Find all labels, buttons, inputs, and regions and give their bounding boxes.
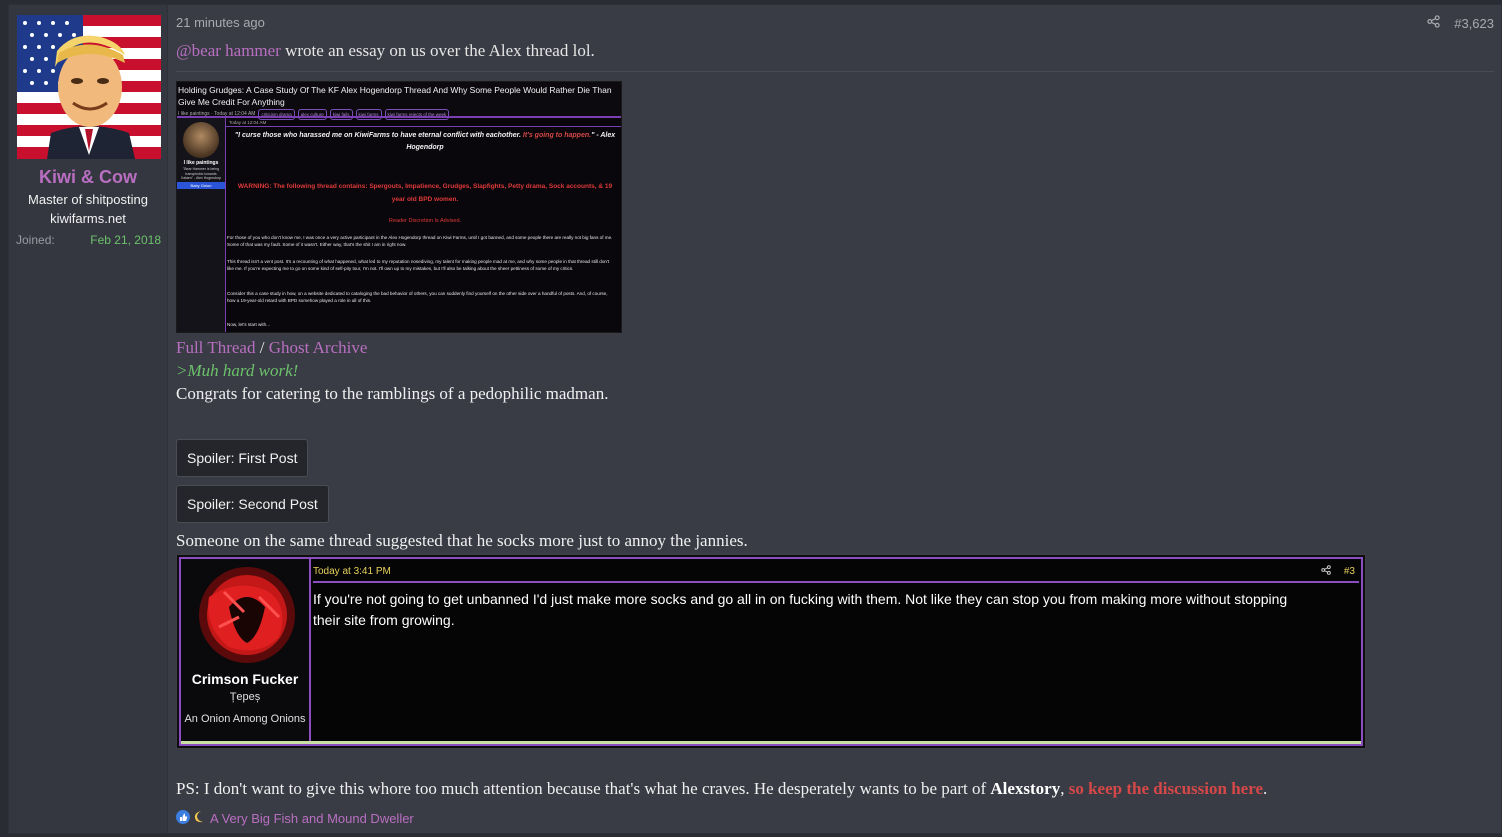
like-reaction-icon[interactable]	[176, 810, 190, 827]
quoted-post-frame: Crimson Fucker Țepeș An Onion Among Onio…	[179, 557, 1363, 746]
quoted-user-title: Țepeș	[229, 691, 261, 703]
quoted-post-bottom-bar	[181, 741, 1361, 744]
quoted-post-screenshot[interactable]: Crimson Fucker Țepeș An Onion Among Onio…	[176, 554, 1366, 749]
embed-inner-time: Today at 12:04 AM	[229, 120, 267, 125]
embed-side-name: I like paintings	[183, 160, 219, 166]
embed-paragraph: Now, let's start with...	[227, 322, 270, 327]
ghost-archive-link[interactable]: Ghost Archive	[269, 338, 368, 357]
post-main: 21 minutes ago #3,623 @bear hammer wrote…	[176, 5, 1494, 833]
embed-side-quote: "Bear Hammer is being transphobic toward…	[180, 167, 222, 180]
quoted-username: Crimson Fucker	[191, 671, 299, 687]
post-container: Kiwi & Cow Master of shitposting kiwifar…	[8, 4, 1502, 834]
embedded-screenshot[interactable]: Holding Grudges: A Case Study Of The KF …	[176, 81, 622, 333]
embed-paragraph: For those of you who don't know me, I wa…	[227, 235, 613, 247]
congrats-line: Congrats for catering to the ramblings o…	[176, 384, 609, 403]
link-separator: /	[255, 338, 269, 357]
quoted-user-rank: An Onion Among Onions	[184, 713, 306, 725]
embed-sidebar: I like paintings "Bear Hammer is being t…	[177, 118, 226, 332]
quoted-post-time: Today at 3:41 PM	[313, 566, 391, 577]
joined-date: Feb 21, 2018	[90, 233, 161, 247]
moon-reaction-icon[interactable]	[193, 810, 205, 827]
embed-tag: alex culture	[297, 109, 327, 120]
full-thread-link[interactable]: Full Thread	[176, 338, 255, 357]
ps-text: PS: I don't want to give this whore too …	[176, 779, 991, 798]
ps-line: PS: I don't want to give this whore too …	[176, 779, 1267, 799]
embed-discretion: Reader Discretion Is Advised.	[388, 218, 462, 224]
embed-paragraph: This thread isn't a vent post. It's a re…	[227, 259, 610, 271]
embed-inner-divider	[225, 126, 621, 127]
quoted-post-text: If you're not going to get unbanned I'd …	[313, 591, 1288, 628]
embed-quote-red: It's going to happen.	[522, 132, 592, 139]
ps-comma: ,	[1060, 779, 1069, 798]
quoted-user-sidebar: Crimson Fucker Țepeș An Onion Among Onio…	[181, 559, 311, 744]
thread-links: Full Thread / Ghost Archive	[176, 338, 367, 358]
joined-label: Joined:	[16, 233, 55, 247]
keep-discussion-link[interactable]: so keep the discussion here	[1069, 779, 1263, 798]
embed-paragraph: Consider this a case study in how, on a …	[227, 291, 608, 303]
embed-side-badge: Baby Onion	[177, 182, 225, 189]
post-number-link[interactable]: #3,623	[1454, 16, 1494, 31]
intro-text: wrote an essay on us over the Alex threa…	[280, 41, 595, 60]
reactions-text-link[interactable]: A Very Big Fish and Mound Dweller	[210, 811, 414, 826]
greentext-line: >Muh hard work!	[176, 361, 299, 380]
user-sidebar: Kiwi & Cow Master of shitposting kiwifar…	[9, 5, 168, 833]
reactions-bar[interactable]: A Very Big Fish and Mound Dweller	[176, 810, 414, 827]
user-mention-link[interactable]: @bear hammer	[176, 41, 281, 60]
ps-end: .	[1263, 779, 1268, 798]
ps-bold: Alexstory	[990, 779, 1061, 798]
spoiler-first-post-button[interactable]: Spoiler: First Post	[176, 439, 309, 477]
embed-title: Holding Grudges: A Case Study Of The KF …	[178, 85, 612, 107]
post-meta-right: #3,623	[1427, 15, 1494, 31]
embed-quote-text: "I curse those who harassed me on KiwiFa…	[234, 132, 521, 139]
quoted-post-number: #3	[1343, 566, 1355, 577]
user-avatar[interactable]	[17, 15, 161, 159]
quoted-user-avatar	[199, 567, 295, 663]
socks-line: Someone on the same thread suggested tha…	[176, 531, 748, 550]
embed-quote: "I curse those who harassed me on KiwiFa…	[233, 130, 617, 154]
share-icon	[1321, 565, 1331, 578]
embed-tag: criticism drama	[258, 109, 295, 120]
user-site: kiwifarms.net	[50, 211, 126, 226]
spoiler-second-post-button[interactable]: Spoiler: Second Post	[176, 485, 329, 523]
embed-divider	[177, 116, 621, 118]
share-icon[interactable]	[1427, 15, 1440, 31]
user-title: Master of shitposting	[28, 192, 148, 207]
embed-avatar	[183, 122, 219, 158]
post-timestamp[interactable]: 21 minutes ago	[176, 15, 265, 30]
divider	[176, 71, 1494, 72]
embed-tag: kiwi farms rejects of the week	[384, 109, 450, 120]
embed-tag: kiwi farms	[355, 109, 382, 120]
embed-warning: WARNING: The following thread contains: …	[237, 183, 613, 203]
intro-line: @bear hammer wrote an essay on us over t…	[176, 41, 595, 61]
username-link[interactable]: Kiwi & Cow	[9, 167, 167, 188]
embed-tag: kiwi fails	[329, 109, 353, 120]
quoted-post-header: Today at 3:41 PM #3	[313, 563, 1359, 583]
